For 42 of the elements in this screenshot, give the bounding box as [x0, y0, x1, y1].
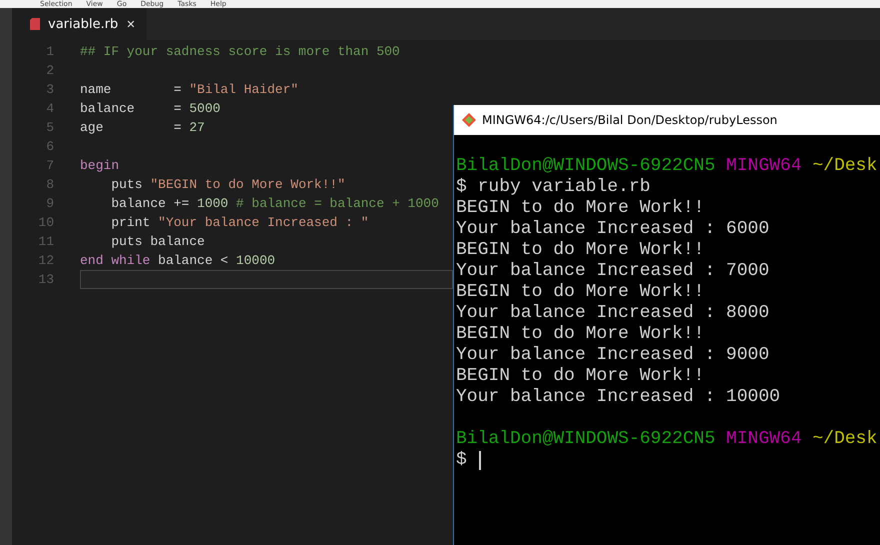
- line-number: 8: [45, 177, 55, 192]
- line-number: 5: [45, 120, 55, 135]
- terminal-line: BilalDon@WINDOWS-6922CN5 MINGW64 ~/Desk: [456, 429, 878, 450]
- code-line: ## IF your sadness score is more than 500: [80, 43, 400, 60]
- terminal-line: BEGIN to do More Work!!: [456, 240, 704, 261]
- code-line: end while balance < 10000: [80, 252, 276, 269]
- code-line: balance = 5000: [80, 100, 220, 117]
- line-number: 7: [45, 158, 55, 173]
- terminal-line: BEGIN to do More Work!!: [456, 282, 704, 303]
- terminal-line: BilalDon@WINDOWS-6922CN5 MINGW64 ~/Desk: [456, 156, 878, 177]
- window-title: MINGW64:/c/Users/Bilal Don/Desktop/rubyLesson: [482, 113, 778, 127]
- line-number: 11: [37, 234, 55, 249]
- terminal-line: Your balance Increased : 7000: [456, 261, 770, 282]
- code-line: print "Your balance Increased : ": [110, 214, 369, 231]
- terminal-line: $ ruby variable.rb: [456, 177, 650, 198]
- line-number: 4: [45, 101, 55, 116]
- line-number: 1: [45, 44, 55, 59]
- code-line: begin: [80, 157, 120, 174]
- code-line: name = "Bilal Haider": [80, 81, 298, 98]
- close-icon[interactable]: ✕: [126, 18, 136, 30]
- ruby-file-icon: [30, 18, 40, 30]
- line-number: 6: [45, 139, 55, 154]
- file-tab[interactable]: variable.rb ✕: [12, 8, 148, 40]
- terminal-line: BEGIN to do More Work!!: [456, 324, 704, 345]
- terminal-line: BEGIN to do More Work!!: [456, 198, 704, 219]
- terminal-line: BEGIN to do More Work!!: [456, 366, 704, 387]
- terminal-line: Your balance Increased : 9000: [456, 345, 770, 366]
- terminal-line: Your balance Increased : 8000: [456, 303, 770, 324]
- line-number: 2: [45, 63, 55, 78]
- line-number: 3: [45, 82, 55, 97]
- terminal-line: Your balance Increased : 10000: [456, 387, 780, 408]
- line-number: 13: [37, 272, 55, 287]
- code-line: age = 27: [80, 119, 205, 136]
- line-number: 10: [37, 215, 55, 230]
- line-number: 12: [37, 253, 55, 268]
- line-number: 9: [45, 196, 55, 211]
- terminal-line: $: [456, 450, 467, 471]
- terminal-line: Your balance Increased : 6000: [456, 219, 770, 240]
- code-line: puts "BEGIN to do More Work!!": [110, 176, 346, 193]
- diamond-icon: [462, 113, 476, 127]
- code-line: balance += 1000 # balance = balance + 1000: [110, 195, 439, 212]
- code-line: puts balance: [110, 233, 205, 250]
